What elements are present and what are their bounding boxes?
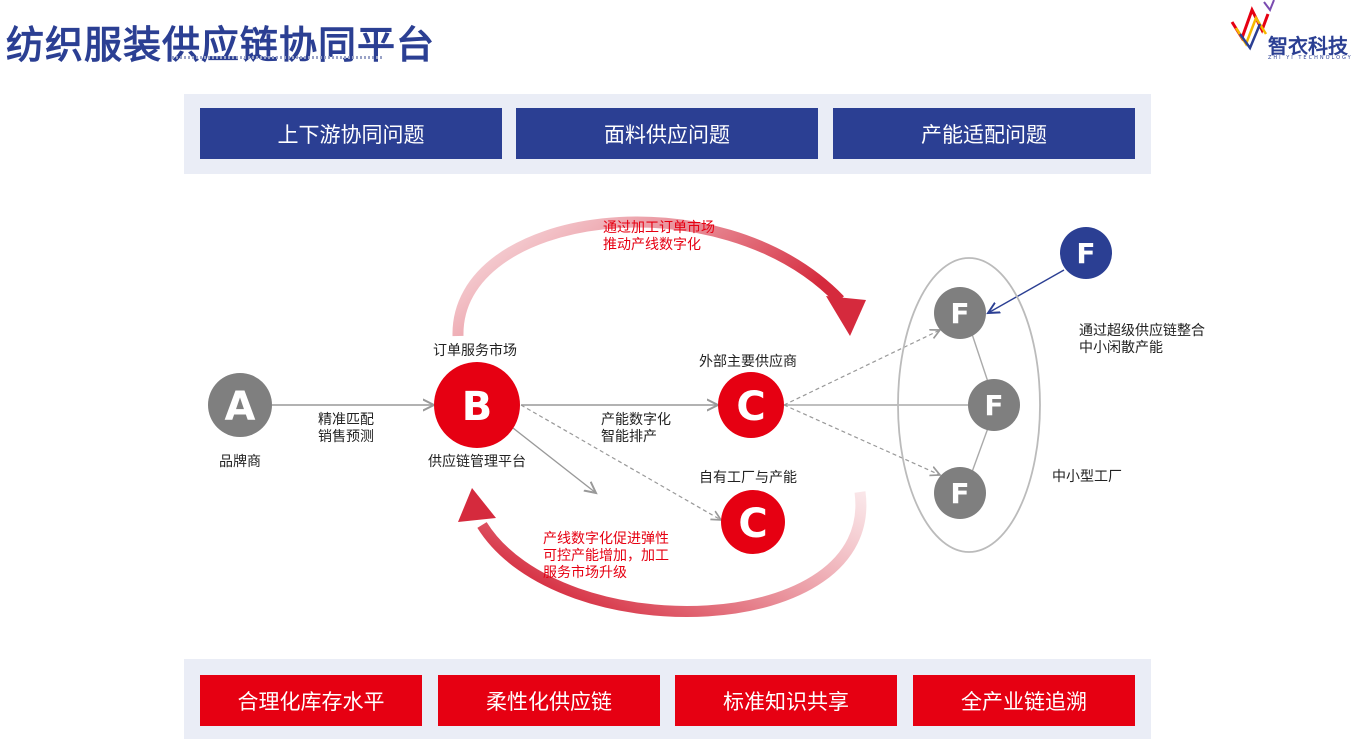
node-f-top-letter: F: [1076, 237, 1095, 270]
supply-chain-diagram: A B C C F F F F: [208, 216, 1112, 617]
feature-box-3: 标准知识共享: [675, 675, 897, 726]
node-f1-letter: F: [950, 297, 969, 330]
feature-box-1: 合理化库存水平: [200, 675, 422, 726]
super-chain-label: 通过超级供应链整合 中小闲散产能: [1079, 323, 1205, 356]
order-market-label: 订单服务市场: [433, 343, 517, 359]
bottom-cycle-label: 产线数字化促进弹性 可控产能增加，加工 服务市场升级: [543, 531, 669, 581]
node-c1-letter: C: [736, 384, 765, 430]
digital-scheduling-label: 产能数字化 智能排产: [601, 412, 671, 445]
node-f3-letter: F: [950, 477, 969, 510]
brand-label: 品牌商: [219, 454, 261, 470]
bottom-cycle-arrow: [477, 491, 867, 617]
feature-box-4: 全产业链追溯: [913, 675, 1135, 726]
node-b-letter: B: [462, 384, 493, 430]
c1-to-f3-dashed: [783, 404, 940, 475]
match-forecast-label: 精准匹配 销售预测: [318, 412, 374, 445]
f1-f2-link: [971, 333, 989, 383]
small-factory-label: 中小型工厂: [1052, 469, 1122, 485]
node-f2-letter: F: [984, 389, 1003, 422]
bottom-cycle-arrowhead: [458, 488, 496, 522]
node-c2-letter: C: [738, 501, 767, 547]
top-cycle-arrowhead: [826, 296, 866, 336]
outer-supplier-label: 外部主要供应商: [699, 354, 797, 370]
top-cycle-label: 通过加工订单市场 推动产线数字化: [603, 220, 715, 253]
f-top-to-f1-line: [988, 269, 1065, 313]
c1-to-f1-dashed: [783, 330, 940, 406]
f2-f3-link: [971, 427, 989, 473]
platform-label: 供应链管理平台: [428, 454, 526, 470]
node-a-letter: A: [225, 384, 256, 430]
own-factory-label: 自有工厂与产能: [699, 470, 797, 486]
feature-box-2: 柔性化供应链: [438, 675, 660, 726]
